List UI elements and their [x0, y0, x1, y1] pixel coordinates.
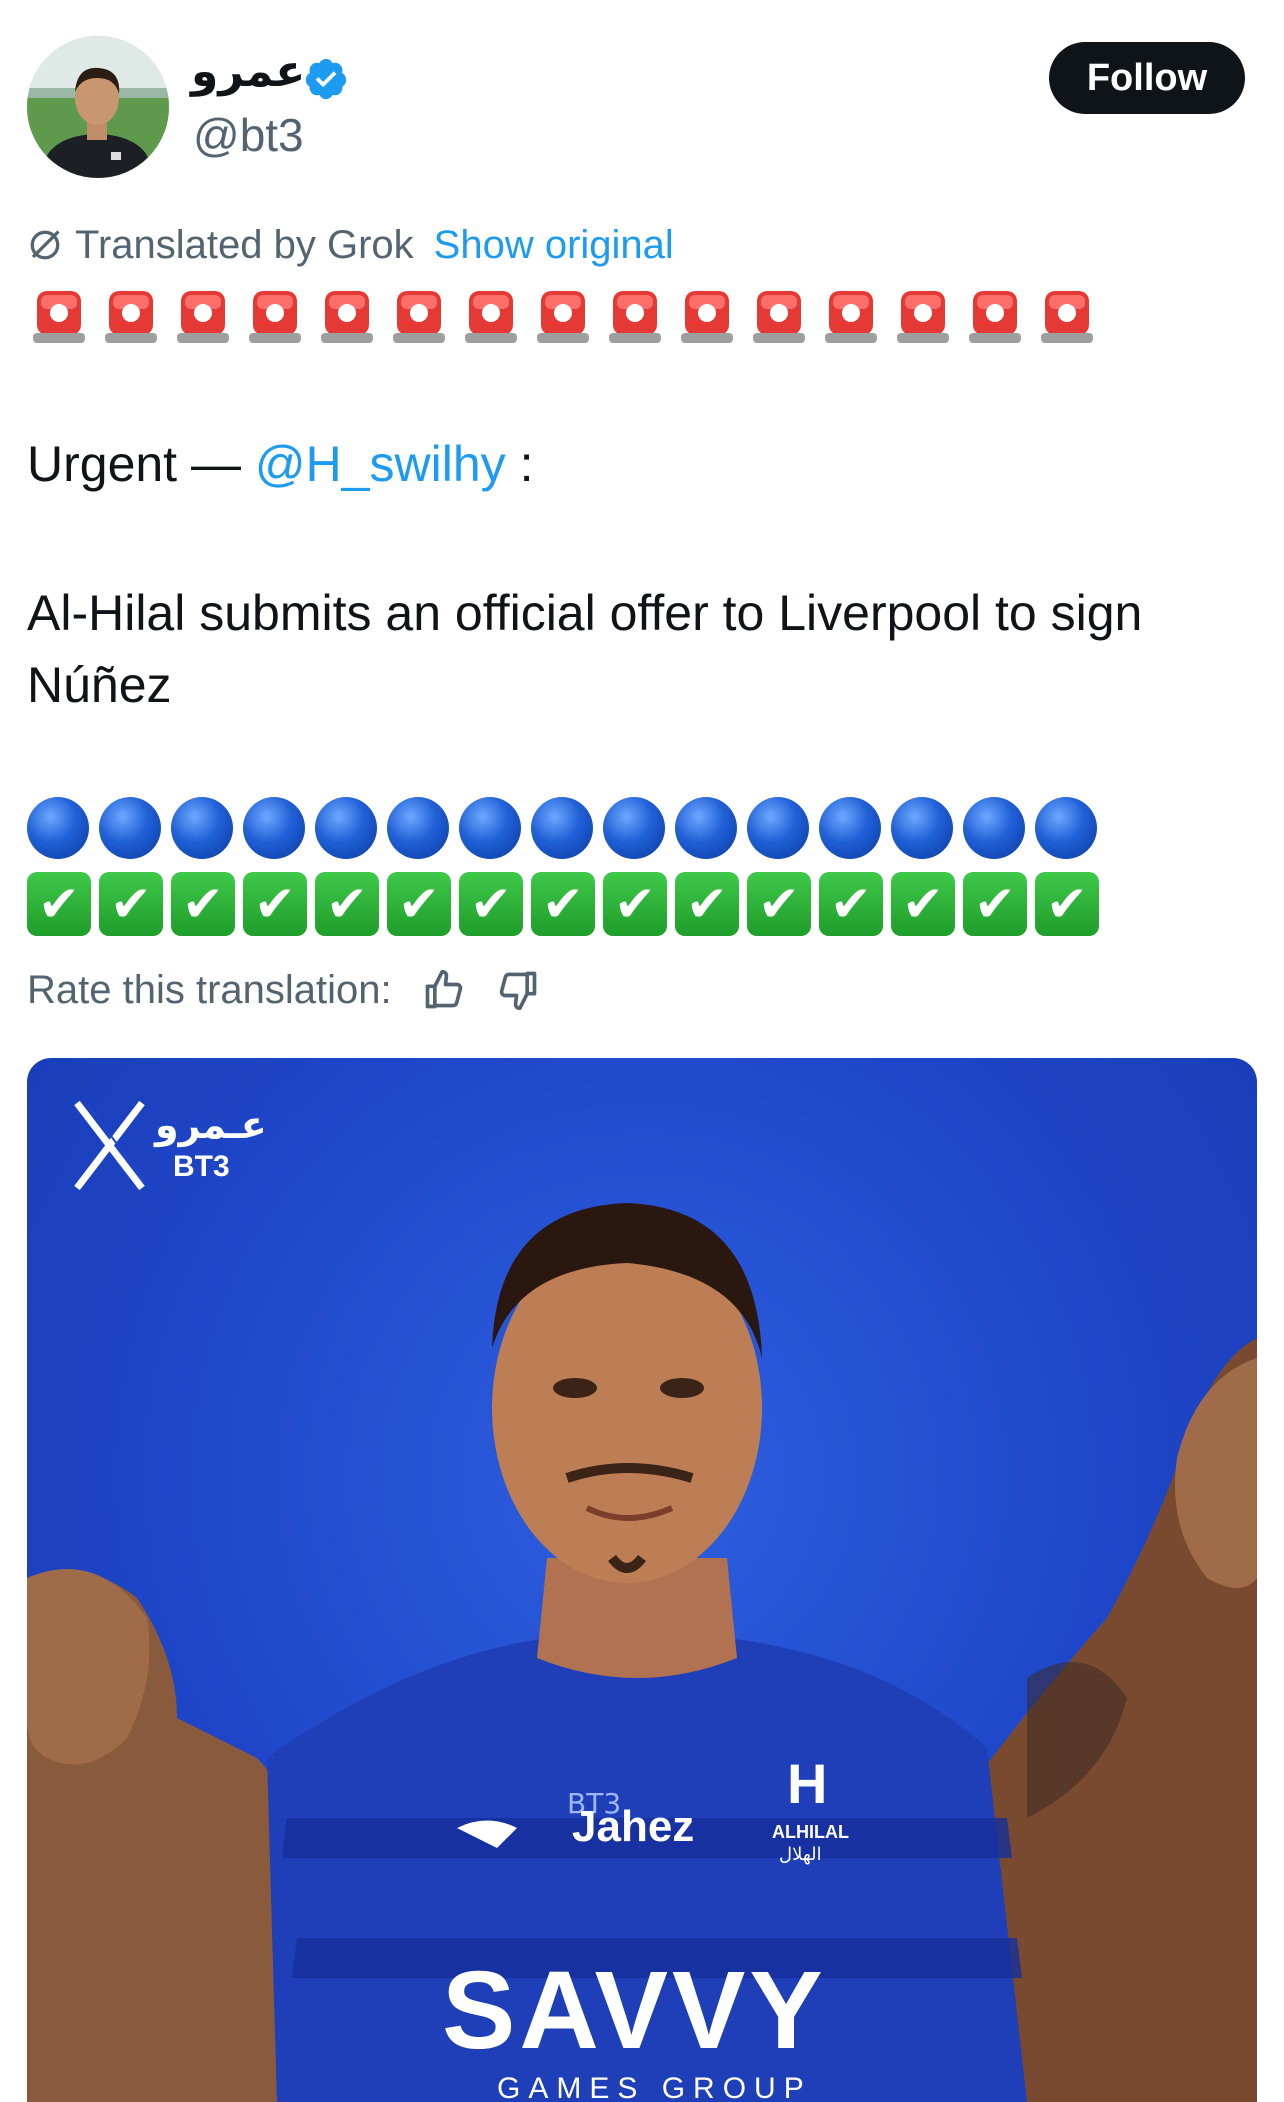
check-mark-emoji: ✔ [963, 872, 1027, 936]
verified-badge-icon [305, 58, 347, 100]
watermark-arabic: عـمرو [153, 1103, 267, 1148]
siren-emoji [105, 291, 157, 343]
post-header: عمرو @bt3 Follow [27, 36, 1257, 181]
siren-emoji [177, 291, 229, 343]
check-mark-emoji: ✔ [891, 872, 955, 936]
mention-link[interactable]: @H_swilhy [255, 436, 506, 492]
check-mark-emoji: ✔ [27, 872, 91, 936]
siren-emoji [393, 291, 445, 343]
check-mark-emoji: ✔ [459, 872, 523, 936]
jersey-sponsor-sub: GAMES GROUP [497, 2072, 812, 2102]
check-mark-emoji: ✔ [603, 872, 667, 936]
blue-circle-emoji [171, 797, 233, 859]
blue-circle-emoji [891, 797, 953, 859]
siren-emoji [897, 291, 949, 343]
blue-circle-emoji [675, 797, 737, 859]
blue-circle-emoji [387, 797, 449, 859]
author-avatar[interactable] [27, 36, 169, 178]
blue-circle-emoji [243, 797, 305, 859]
siren-emoji [465, 291, 517, 343]
translated-by-label: Translated by Grok [75, 222, 414, 267]
blue-circle-emoji [963, 797, 1025, 859]
check-mark-emoji: ✔ [1035, 872, 1099, 936]
siren-emoji [609, 291, 661, 343]
urgent-line: Urgent — @H_swilhy : [27, 428, 534, 500]
jersey-sponsor-text: SAVVY [442, 1949, 827, 2072]
watermark-logo: عـمرو BT3 [74, 1100, 267, 1191]
club-badge-arabic: الهلال [779, 1844, 822, 1865]
blue-circle-emoji-row [27, 797, 1107, 859]
check-mark-emoji: ✔ [531, 872, 595, 936]
rate-translation-bar: Rate this translation: [27, 960, 540, 1020]
siren-emoji [537, 291, 589, 343]
thumbs-down-icon[interactable] [496, 968, 540, 1012]
blue-circle-emoji [1035, 797, 1097, 859]
grok-icon [30, 230, 60, 260]
urgent-prefix: Urgent — [27, 436, 241, 492]
siren-emoji [681, 291, 733, 343]
jersey-brand-text: Jahez [572, 1802, 694, 1851]
show-original-link[interactable]: Show original [434, 223, 674, 268]
blue-circle-emoji [603, 797, 665, 859]
siren-emoji [33, 291, 85, 343]
check-mark-emoji: ✔ [675, 872, 739, 936]
siren-emoji [249, 291, 301, 343]
blue-circle-emoji [531, 797, 593, 859]
check-mark-emoji: ✔ [243, 872, 307, 936]
post-body: Al-Hilal submits an official offer to Li… [27, 585, 1143, 713]
blue-circle-emoji [27, 797, 89, 859]
siren-emoji [321, 291, 373, 343]
thumbs-up-icon[interactable] [422, 968, 466, 1012]
check-mark-emoji: ✔ [171, 872, 235, 936]
check-emoji-row: ✔ ✔ ✔ ✔ ✔ ✔ ✔ ✔ ✔ ✔ ✔ ✔ ✔ ✔ ✔ [27, 872, 1107, 936]
rate-translation-label: Rate this translation: [27, 967, 392, 1012]
siren-emoji [825, 291, 877, 343]
translation-bar: Translated by Grok Show original [27, 220, 674, 270]
urgent-suffix: : [519, 436, 534, 492]
siren-emoji [1041, 291, 1093, 343]
club-badge-icon: H [787, 1752, 827, 1815]
blue-circle-emoji [459, 797, 521, 859]
watermark-latin: BT3 [173, 1150, 230, 1183]
blue-circle-emoji [819, 797, 881, 859]
siren-emoji-row [27, 285, 1107, 351]
check-mark-emoji: ✔ [315, 872, 379, 936]
blue-circle-emoji [747, 797, 809, 859]
club-badge-text: ALHILAL [772, 1822, 849, 1842]
author-handle[interactable]: @bt3 [193, 108, 304, 163]
follow-button[interactable]: Follow [1049, 42, 1245, 114]
siren-emoji [753, 291, 805, 343]
player-photo: عـمرو BT3 BT3 Jahez H ALHILAL الهلال SAV… [27, 1100, 1257, 2102]
check-mark-emoji: ✔ [819, 872, 883, 936]
siren-emoji [969, 291, 1021, 343]
author-display-name[interactable]: عمرو [191, 46, 305, 99]
check-mark-emoji: ✔ [747, 872, 811, 936]
check-mark-emoji: ✔ [387, 872, 451, 936]
check-mark-emoji: ✔ [99, 872, 163, 936]
blue-circle-emoji [99, 797, 161, 859]
post-media-image[interactable]: عـمرو BT3 BT3 Jahez H ALHILAL الهلال SAV… [27, 1058, 1257, 2102]
blue-circle-emoji [315, 797, 377, 859]
